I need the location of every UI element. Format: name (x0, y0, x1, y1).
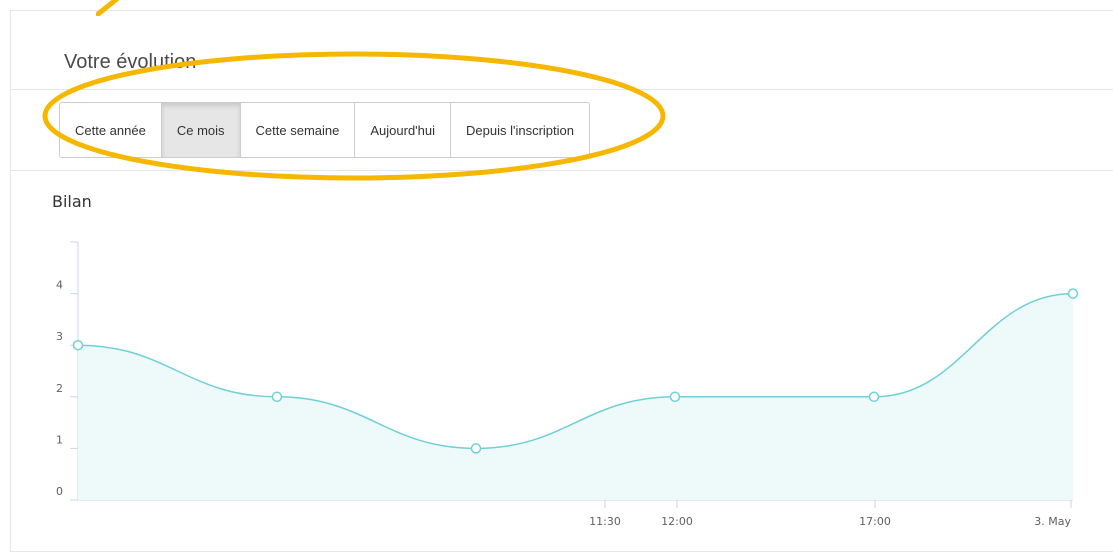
x-tick-label: 11:30 (589, 515, 621, 528)
x-tick-label: 12:00 (661, 515, 693, 528)
data-point (470, 443, 482, 454)
data-point (868, 391, 880, 403)
panel-title: Votre évolution (64, 51, 197, 73)
y-tick-label: 4 (56, 279, 63, 292)
filter-this-year-button[interactable]: Cette année (60, 103, 162, 157)
data-point (1067, 288, 1079, 299)
filter-this-week-button[interactable]: Cette semaine (240, 103, 356, 157)
panel-header: Votre évolution (11, 11, 1113, 90)
x-tick-label: 3. May (1034, 515, 1071, 528)
chart-title: Bilan (52, 192, 92, 211)
x-tick-label: 17:00 (859, 515, 891, 528)
y-tick-label: 1 (56, 433, 63, 446)
series-area-fill (78, 293, 1073, 500)
data-point (669, 391, 681, 403)
period-button-group: Cette année Ce mois Cette semaine Aujour… (59, 102, 590, 158)
data-point (271, 391, 283, 403)
period-toolbar: Cette année Ce mois Cette semaine Aujour… (11, 90, 1113, 171)
filter-this-month-button[interactable]: Ce mois (161, 103, 241, 157)
bilan-chart: 0 1 2 3 4 11:30 12:00 17:00 3. May (56, 241, 1079, 528)
y-tick-label: 3 (56, 330, 63, 343)
y-tick-label: 2 (56, 382, 63, 395)
filter-since-signup-button[interactable]: Depuis l'inscription (451, 103, 589, 157)
data-point (72, 339, 84, 351)
filter-today-button[interactable]: Aujourd'hui (355, 103, 451, 157)
y-tick-label: 0 (56, 485, 63, 498)
